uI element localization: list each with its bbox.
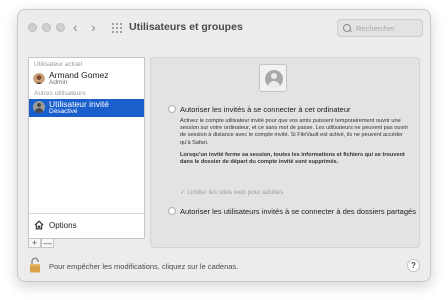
window-title: Utilisateurs et groupes xyxy=(129,21,243,33)
guest-settings-panel: Autoriser les invités à se connecter à c… xyxy=(150,57,420,248)
bottom-bar: Pour empêcher les modifications, cliquez… xyxy=(18,253,430,281)
preferences-window: ‹ › Utilisateurs et groupes Rechercher U… xyxy=(17,9,431,282)
search-placeholder: Rechercher xyxy=(356,23,395,33)
remove-user-button[interactable]: — xyxy=(41,238,54,248)
current-user-section-label: Utilisateur actuel xyxy=(34,61,83,68)
options-label: Options xyxy=(49,220,77,230)
search-icon xyxy=(343,23,352,33)
current-user-role: Admin xyxy=(49,79,68,86)
limit-sites-checkbox[interactable]: ✓ Limiter les sites web pour adultes xyxy=(180,188,283,196)
help-button[interactable]: ? xyxy=(407,259,420,272)
add-remove-controls: + — xyxy=(28,238,58,248)
user-avatar xyxy=(33,72,45,84)
guest-user-status: Désactivé xyxy=(49,108,78,115)
checkmark-icon: ✓ xyxy=(180,189,186,196)
lock-message: Pour empêcher les modifications, cliquez… xyxy=(49,262,239,271)
back-button[interactable]: ‹ xyxy=(73,19,78,35)
limit-sites-label: Limiter les sites web pour adultes xyxy=(187,189,284,196)
minimize-button[interactable] xyxy=(42,23,51,32)
search-field[interactable]: Rechercher xyxy=(337,19,423,37)
show-all-grid-icon[interactable] xyxy=(112,23,122,33)
guest-avatar-icon xyxy=(265,70,283,88)
users-sidebar: Utilisateur actuel Armand Gomez Admin Au… xyxy=(28,57,145,239)
allow-shared-folders-label: Autoriser les utilisateurs invités à se … xyxy=(180,207,416,216)
close-button[interactable] xyxy=(28,23,37,32)
zoom-button[interactable] xyxy=(56,23,65,32)
user-row-guest[interactable]: Utilisateur invité Désactivé xyxy=(29,99,144,117)
lock-icon[interactable] xyxy=(29,257,41,273)
forward-button[interactable]: › xyxy=(91,19,96,35)
sidebar-divider xyxy=(29,213,144,214)
title-bar: ‹ › Utilisateurs et groupes Rechercher xyxy=(18,10,430,46)
guest-avatar-icon xyxy=(33,101,45,113)
add-user-button[interactable]: + xyxy=(28,238,41,248)
allow-login-label: Autoriser les invités à se connecter à c… xyxy=(180,105,351,114)
options-button[interactable]: Options xyxy=(34,218,77,232)
allow-shared-folders-checkbox[interactable] xyxy=(168,207,176,215)
guest-warning: Lorsqu’un invité ferme sa session, toute… xyxy=(180,152,405,166)
guest-description: Activez le compte utilisateur invité pou… xyxy=(180,118,409,146)
guest-picture xyxy=(259,64,287,92)
home-icon xyxy=(34,220,44,230)
user-row-current[interactable]: Armand Gomez Admin xyxy=(29,70,144,88)
other-users-section-label: Autres utilisateurs xyxy=(34,90,86,97)
allow-login-checkbox[interactable] xyxy=(168,105,176,113)
